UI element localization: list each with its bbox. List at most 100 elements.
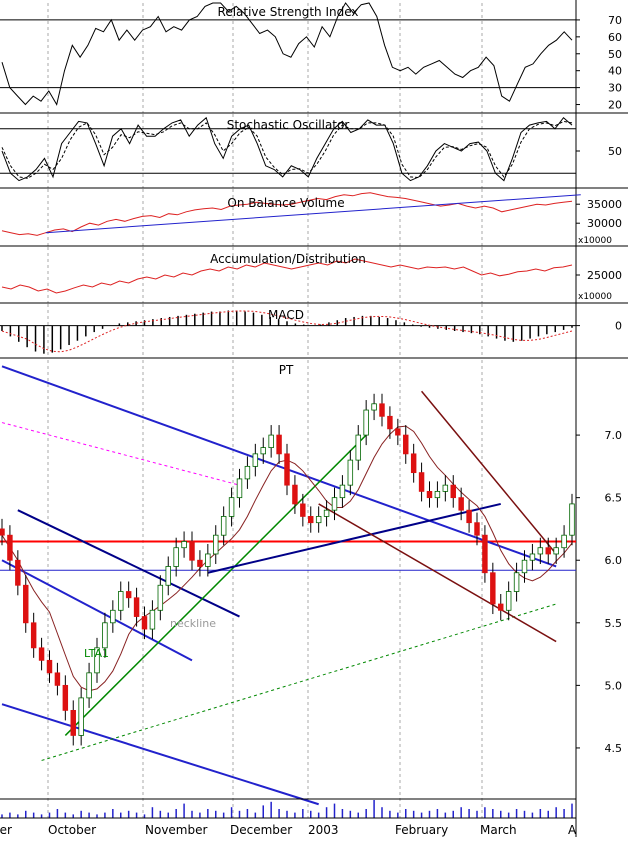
trendline [1, 422, 240, 486]
candle [561, 534, 567, 549]
candle [54, 672, 61, 686]
y-tick-label: 6.5 [605, 492, 623, 505]
candle [46, 659, 53, 674]
candle [387, 415, 393, 430]
candle [355, 434, 361, 461]
candle [157, 584, 164, 611]
candle [165, 566, 171, 586]
y-tick-label: 25000 [587, 269, 622, 282]
candle [260, 447, 266, 455]
candle [403, 434, 409, 455]
candle [0, 528, 5, 536]
candle [458, 497, 464, 511]
candle [284, 453, 290, 486]
panel-title: MACD [268, 308, 304, 322]
candle [442, 484, 449, 492]
candle [308, 516, 314, 524]
trendline [207, 502, 501, 574]
candle [213, 534, 219, 555]
candle [276, 434, 282, 455]
candle [434, 490, 441, 499]
x-tick-label: December [230, 823, 292, 837]
panel-title: On Balance Volume [227, 196, 344, 210]
candle [228, 497, 235, 517]
candle [553, 547, 559, 555]
candle [38, 647, 45, 661]
candle [466, 509, 472, 524]
y-tick-label: 50 [608, 145, 622, 158]
candle [339, 484, 346, 499]
candle [545, 547, 551, 555]
candle [118, 591, 124, 611]
candle [371, 403, 377, 411]
candle [220, 516, 227, 536]
candle [15, 559, 21, 586]
candle [292, 484, 298, 505]
annotation-neckline: neckline [170, 617, 216, 630]
candle [490, 572, 496, 605]
candle [23, 584, 29, 624]
y-tick-label: 5.0 [605, 679, 623, 692]
candle [498, 603, 504, 611]
candle [125, 591, 132, 599]
candle [141, 616, 148, 630]
y-tick-label: 6.0 [605, 554, 623, 567]
candle [482, 534, 488, 574]
candle [30, 622, 37, 649]
y-tick-label: 50 [608, 48, 622, 61]
candle [181, 541, 187, 549]
candle [173, 547, 179, 567]
y-tick-label: 4.5 [605, 742, 623, 755]
x-tick-label: March [480, 823, 517, 837]
y-tick-label: 70 [608, 14, 622, 27]
candle [78, 697, 84, 736]
candle [363, 409, 369, 436]
candle [410, 453, 417, 474]
candle [315, 516, 322, 524]
candle [189, 541, 195, 561]
candle [268, 434, 274, 449]
axis-multiplier: x10000 [578, 236, 612, 246]
candle [450, 484, 456, 499]
y-tick-label: 5.5 [605, 617, 623, 630]
candle [379, 403, 385, 417]
axis-multiplier: x10000 [578, 292, 612, 302]
x-tick-label: October [48, 823, 96, 837]
candle [149, 609, 156, 630]
annotation-lta: LTA1 [84, 647, 109, 660]
candle [474, 522, 480, 536]
y-tick-label: 7.0 [605, 429, 623, 442]
x-tick-label: 2003 [308, 823, 339, 837]
x-tick-label: November [145, 823, 207, 837]
candle [102, 622, 108, 649]
candle [205, 553, 211, 567]
candle [197, 559, 203, 567]
candle [110, 609, 116, 624]
candle [513, 572, 520, 592]
trendline [1, 365, 557, 568]
trendline [1, 703, 319, 806]
panel-title: Relative Strength Index [218, 5, 359, 19]
candle [133, 597, 140, 617]
y-tick-label: 40 [608, 65, 622, 78]
candle [426, 490, 433, 499]
panel-title: PT [279, 363, 294, 377]
candle [521, 559, 528, 574]
candle [569, 503, 575, 536]
candle [86, 672, 92, 699]
y-tick-label: 20 [608, 99, 622, 112]
candle [252, 453, 259, 467]
chart-canvas: 70 60 50 40 30 20 Relative Strength Index 50 Sto… [0, 0, 628, 837]
candle [62, 684, 69, 711]
candle [323, 509, 330, 517]
panel-title: Accumulation/Distribution [210, 252, 366, 266]
y-tick-label: 60 [608, 31, 622, 44]
candle [300, 503, 306, 517]
x-tick-label: February [395, 823, 448, 837]
y-tick-label: 0 [615, 320, 622, 333]
candle [331, 497, 338, 511]
candle [537, 547, 544, 555]
candle [244, 465, 251, 480]
candle [418, 472, 425, 492]
panel-title: Stochastic Oscillator [227, 118, 350, 132]
